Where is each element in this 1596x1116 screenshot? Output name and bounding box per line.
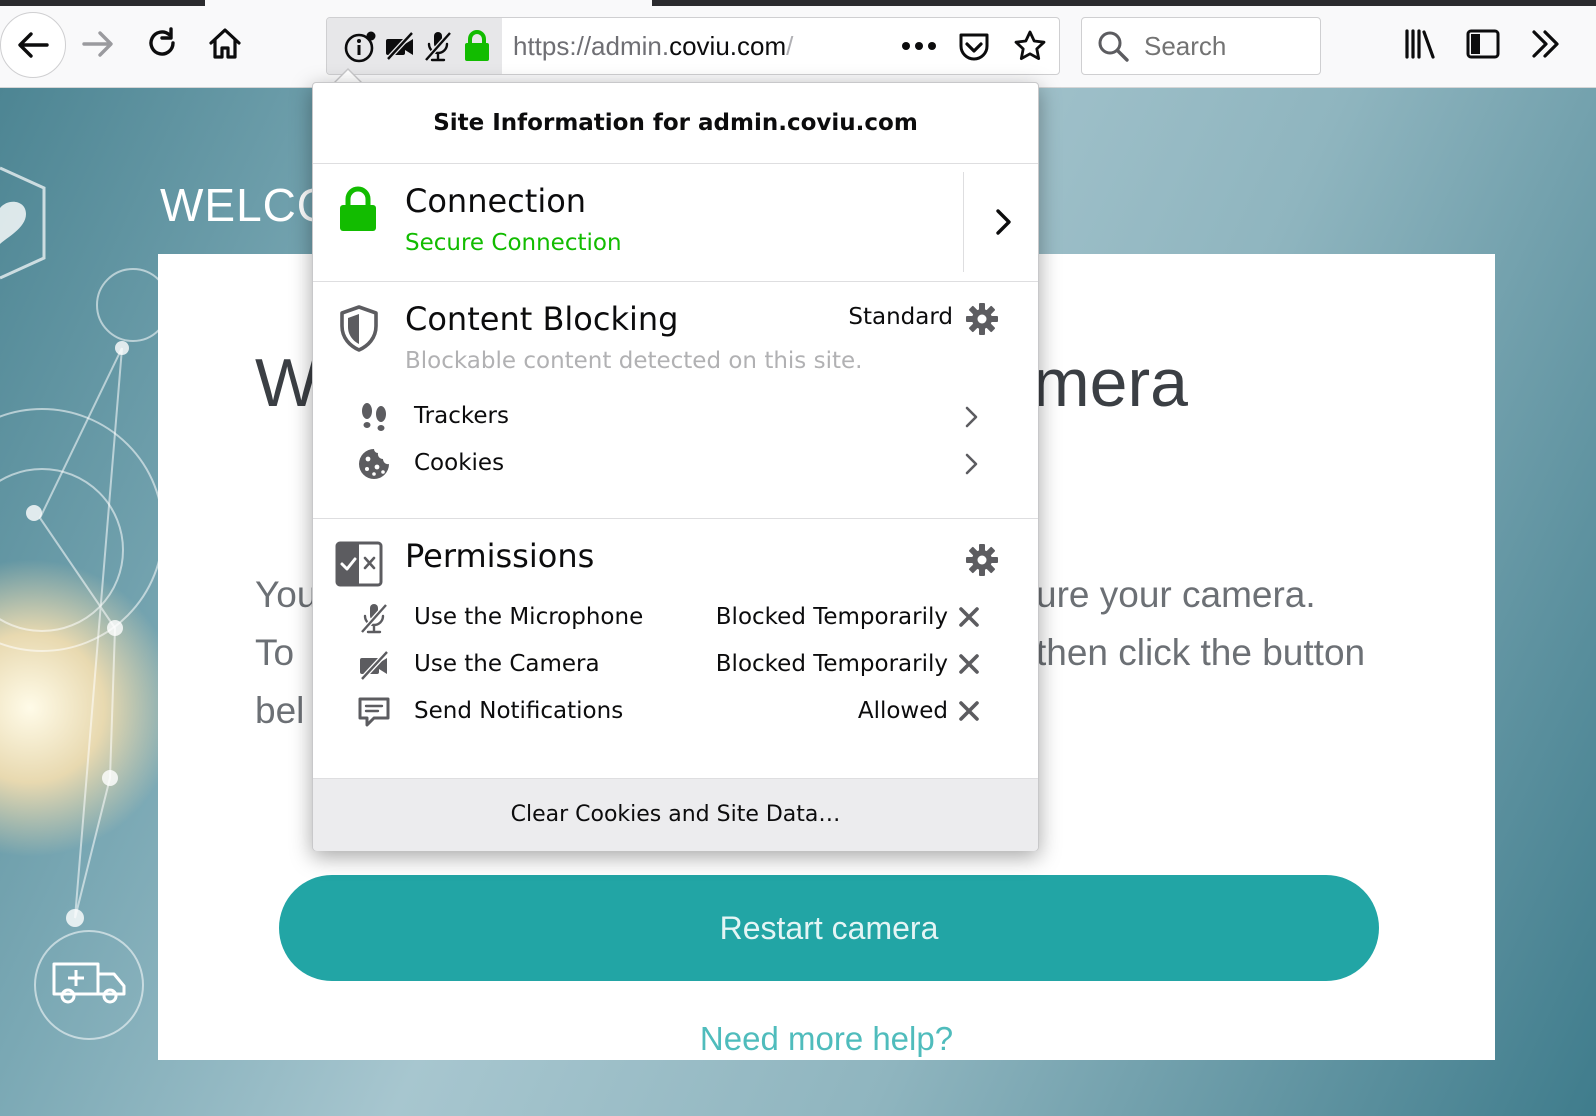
- footprints-icon: [362, 403, 386, 431]
- reload-button[interactable]: [132, 14, 192, 74]
- lock-icon: [340, 186, 376, 231]
- connection-separator: [963, 172, 964, 272]
- reload-icon: [149, 27, 175, 56]
- bookmark-star-icon[interactable]: [1013, 29, 1047, 63]
- microphone-blocked-icon: [360, 603, 388, 634]
- permission-state: Blocked Temporarily: [715, 604, 948, 630]
- arrow-right-icon: [82, 31, 113, 57]
- connection-title: Connection: [405, 182, 587, 220]
- sidebar-icon: [1466, 29, 1500, 59]
- card-text-line3-left: bel: [255, 690, 305, 731]
- camera-blocked-icon: [360, 650, 389, 681]
- hexagon-heart-icon: [0, 166, 46, 280]
- ambulance-icon: [52, 962, 126, 1004]
- arrow-left-icon: [18, 32, 49, 58]
- welcome-heading: WELCO: [160, 179, 334, 231]
- card-text-line1-left: You: [255, 574, 318, 615]
- camera-blocked-icon[interactable]: [384, 31, 416, 61]
- overflow-menu-button[interactable]: [1516, 14, 1576, 74]
- cookies-label: Cookies: [414, 450, 505, 476]
- permissions-icon: [335, 541, 383, 587]
- trackers-row[interactable]: Trackers: [313, 394, 1038, 438]
- cookie-icon: [359, 449, 389, 479]
- connection-status: Secure Connection: [405, 230, 622, 256]
- tab-strip: [0, 0, 1596, 6]
- permission-label: Send Notifications: [414, 698, 624, 724]
- selected-tab[interactable]: [205, 0, 652, 6]
- permission-row-microphone: Use the Microphone Blocked Temporarily: [313, 595, 1038, 639]
- search-icon: [1098, 31, 1129, 62]
- permission-state: Allowed: [857, 698, 948, 724]
- card-text-line1-right: ure your camera.: [1036, 574, 1316, 615]
- permission-row-camera: Use the Camera Blocked Temporarily: [313, 642, 1038, 686]
- chevron-right-icon: [965, 453, 978, 475]
- navigation-toolbar: https://admin.coviu.com/ Search: [0, 0, 1596, 88]
- search-bar[interactable]: Search: [1081, 17, 1321, 75]
- home-icon: [209, 28, 241, 59]
- home-button[interactable]: [195, 14, 255, 74]
- lock-icon[interactable]: [463, 29, 491, 63]
- url-bar[interactable]: https://admin.coviu.com/: [326, 17, 1060, 75]
- notification-icon: [358, 697, 390, 727]
- library-icon: [1405, 29, 1435, 59]
- permissions-section: Permissions Use the Microphone Blocked T…: [313, 519, 1038, 777]
- site-information-panel: Site Information for admin.coviu.com Con…: [312, 82, 1039, 851]
- connection-section[interactable]: Connection Secure Connection: [313, 164, 1038, 281]
- panel-header: Site Information for admin.coviu.com: [313, 83, 1038, 164]
- url-host: coviu.com: [669, 31, 787, 61]
- close-icon[interactable]: [955, 603, 983, 631]
- pocket-icon[interactable]: [957, 30, 991, 64]
- help-link[interactable]: Need more help?: [158, 1020, 1495, 1058]
- gear-icon[interactable]: [965, 302, 999, 336]
- url-text[interactable]: https://admin.coviu.com/: [513, 31, 793, 62]
- card-text-line2-left: To: [255, 632, 295, 673]
- library-button[interactable]: [1390, 14, 1450, 74]
- content-blocking-title: Content Blocking: [405, 300, 679, 338]
- card-title-right: mera: [1033, 345, 1188, 421]
- content-blocking-description: Blockable content detected on this site.: [405, 348, 863, 374]
- gear-icon[interactable]: [965, 543, 999, 577]
- restart-camera-button[interactable]: Restart camera: [279, 875, 1379, 981]
- clear-cookies-button[interactable]: Clear Cookies and Site Data…: [313, 778, 1038, 851]
- chevron-right-icon: [965, 406, 978, 428]
- content-blocking-section: Content Blocking Standard Blockable cont…: [313, 282, 1038, 518]
- permission-row-notifications: Send Notifications Allowed: [313, 689, 1038, 733]
- identity-box[interactable]: [327, 18, 502, 74]
- url-scheme: https://admin.: [513, 31, 670, 61]
- sidebar-button[interactable]: [1453, 14, 1513, 74]
- network-lines: [26, 341, 129, 927]
- close-icon[interactable]: [955, 697, 983, 725]
- double-chevron-right-icon: [1532, 30, 1559, 58]
- close-icon[interactable]: [955, 650, 983, 678]
- cookies-row[interactable]: Cookies: [313, 441, 1038, 485]
- back-button[interactable]: [0, 12, 66, 78]
- card-title-left: W: [255, 345, 320, 421]
- card-text-line2-right: then click the button: [1036, 632, 1366, 673]
- permission-label: Use the Camera: [414, 651, 600, 677]
- forward-button[interactable]: [68, 14, 128, 74]
- search-placeholder: Search: [1144, 31, 1227, 61]
- permission-label: Use the Microphone: [414, 604, 644, 630]
- shield-icon: [340, 305, 378, 352]
- chevron-right-icon[interactable]: [995, 208, 1013, 236]
- permission-state: Blocked Temporarily: [715, 651, 948, 677]
- microphone-blocked-icon[interactable]: [423, 30, 453, 62]
- page-actions-icon[interactable]: [901, 38, 937, 54]
- url-path: /: [786, 31, 794, 61]
- content-blocking-mode: Standard: [848, 304, 953, 330]
- info-icon[interactable]: [343, 30, 377, 64]
- permissions-title: Permissions: [405, 537, 595, 575]
- trackers-label: Trackers: [414, 403, 509, 429]
